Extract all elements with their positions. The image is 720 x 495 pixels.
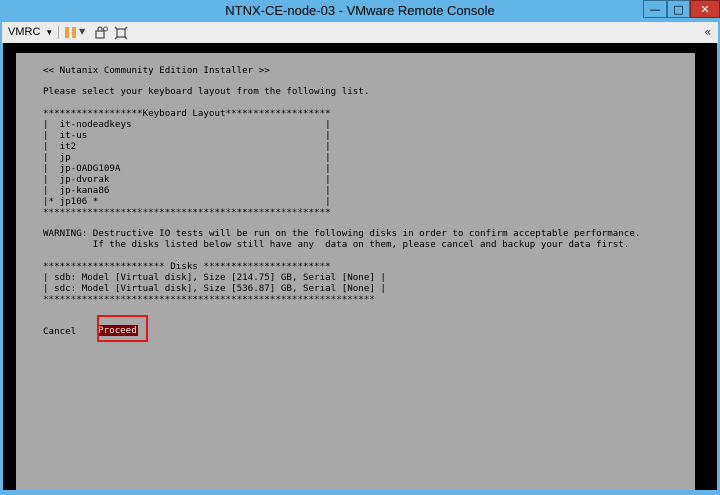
keyboard-option[interactable]: | it-nodeadkeys | [43, 119, 331, 130]
vmrc-menu-button[interactable]: VMRC ▼ [8, 25, 53, 39]
keyboard-option[interactable]: | jp-OADG109A | [43, 163, 331, 174]
cancel-button[interactable]: Cancel [43, 326, 76, 337]
keyboard-option-selected[interactable]: |* jp106 * | [43, 196, 331, 207]
vmrc-menu-label: VMRC [8, 26, 41, 38]
keyboard-option[interactable]: | jp-dvorak | [43, 174, 331, 185]
pause-icon[interactable] [65, 27, 76, 38]
title-bar[interactable]: NTNX-CE-node-03 - VMware Remote Console … [0, 0, 720, 22]
vmrc-toolbar: VMRC ▼ ▼ « [2, 22, 718, 44]
close-button[interactable]: ✕ [690, 0, 720, 18]
send-ctrl-alt-del-icon[interactable] [94, 25, 108, 39]
keyboard-box-bottom: ****************************************… [43, 207, 331, 218]
disks-box-bottom: ****************************************… [43, 294, 375, 305]
maximize-button[interactable]: □ [667, 0, 690, 18]
disk-entry: | sdc: Model [Virtual disk], Size [536.8… [43, 283, 386, 294]
console-scrollbar[interactable] [696, 43, 717, 490]
disk-entry: | sdb: Model [Virtual disk], Size [214.7… [43, 272, 386, 283]
window-title: NTNX-CE-node-03 - VMware Remote Console [225, 3, 495, 18]
chevron-down-icon: ▼ [45, 27, 54, 37]
keyboard-box-top: ******************Keyboard Layout*******… [43, 108, 331, 119]
installer-prompt: Please select your keyboard layout from … [43, 86, 370, 97]
keyboard-option[interactable]: | jp | [43, 152, 331, 163]
pause-menu-caret-icon[interactable]: ▼ [79, 27, 85, 36]
keyboard-option[interactable]: | jp-kana86 | [43, 185, 331, 196]
installer-screen: << Nutanix Community Edition Installer >… [16, 53, 695, 490]
minimize-button[interactable]: — [643, 0, 667, 18]
proceed-highlight-box [97, 315, 148, 342]
installer-header: << Nutanix Community Edition Installer >… [43, 65, 270, 76]
keyboard-option[interactable]: | it-us | [43, 130, 331, 141]
vm-console[interactable]: << Nutanix Community Edition Installer >… [3, 43, 717, 490]
collapse-icon[interactable]: « [704, 25, 711, 39]
fit-window-icon[interactable] [114, 25, 128, 40]
keyboard-option[interactable]: | it2 | [43, 141, 331, 152]
vmrc-window: NTNX-CE-node-03 - VMware Remote Console … [0, 0, 720, 495]
warning-text-continued: If the disks listed below still have any… [43, 239, 630, 250]
warning-text: WARNING: Destructive IO tests will be ru… [43, 228, 641, 239]
toolbar-divider [58, 26, 59, 39]
disks-box-top: ********************** Disks ***********… [43, 261, 331, 272]
